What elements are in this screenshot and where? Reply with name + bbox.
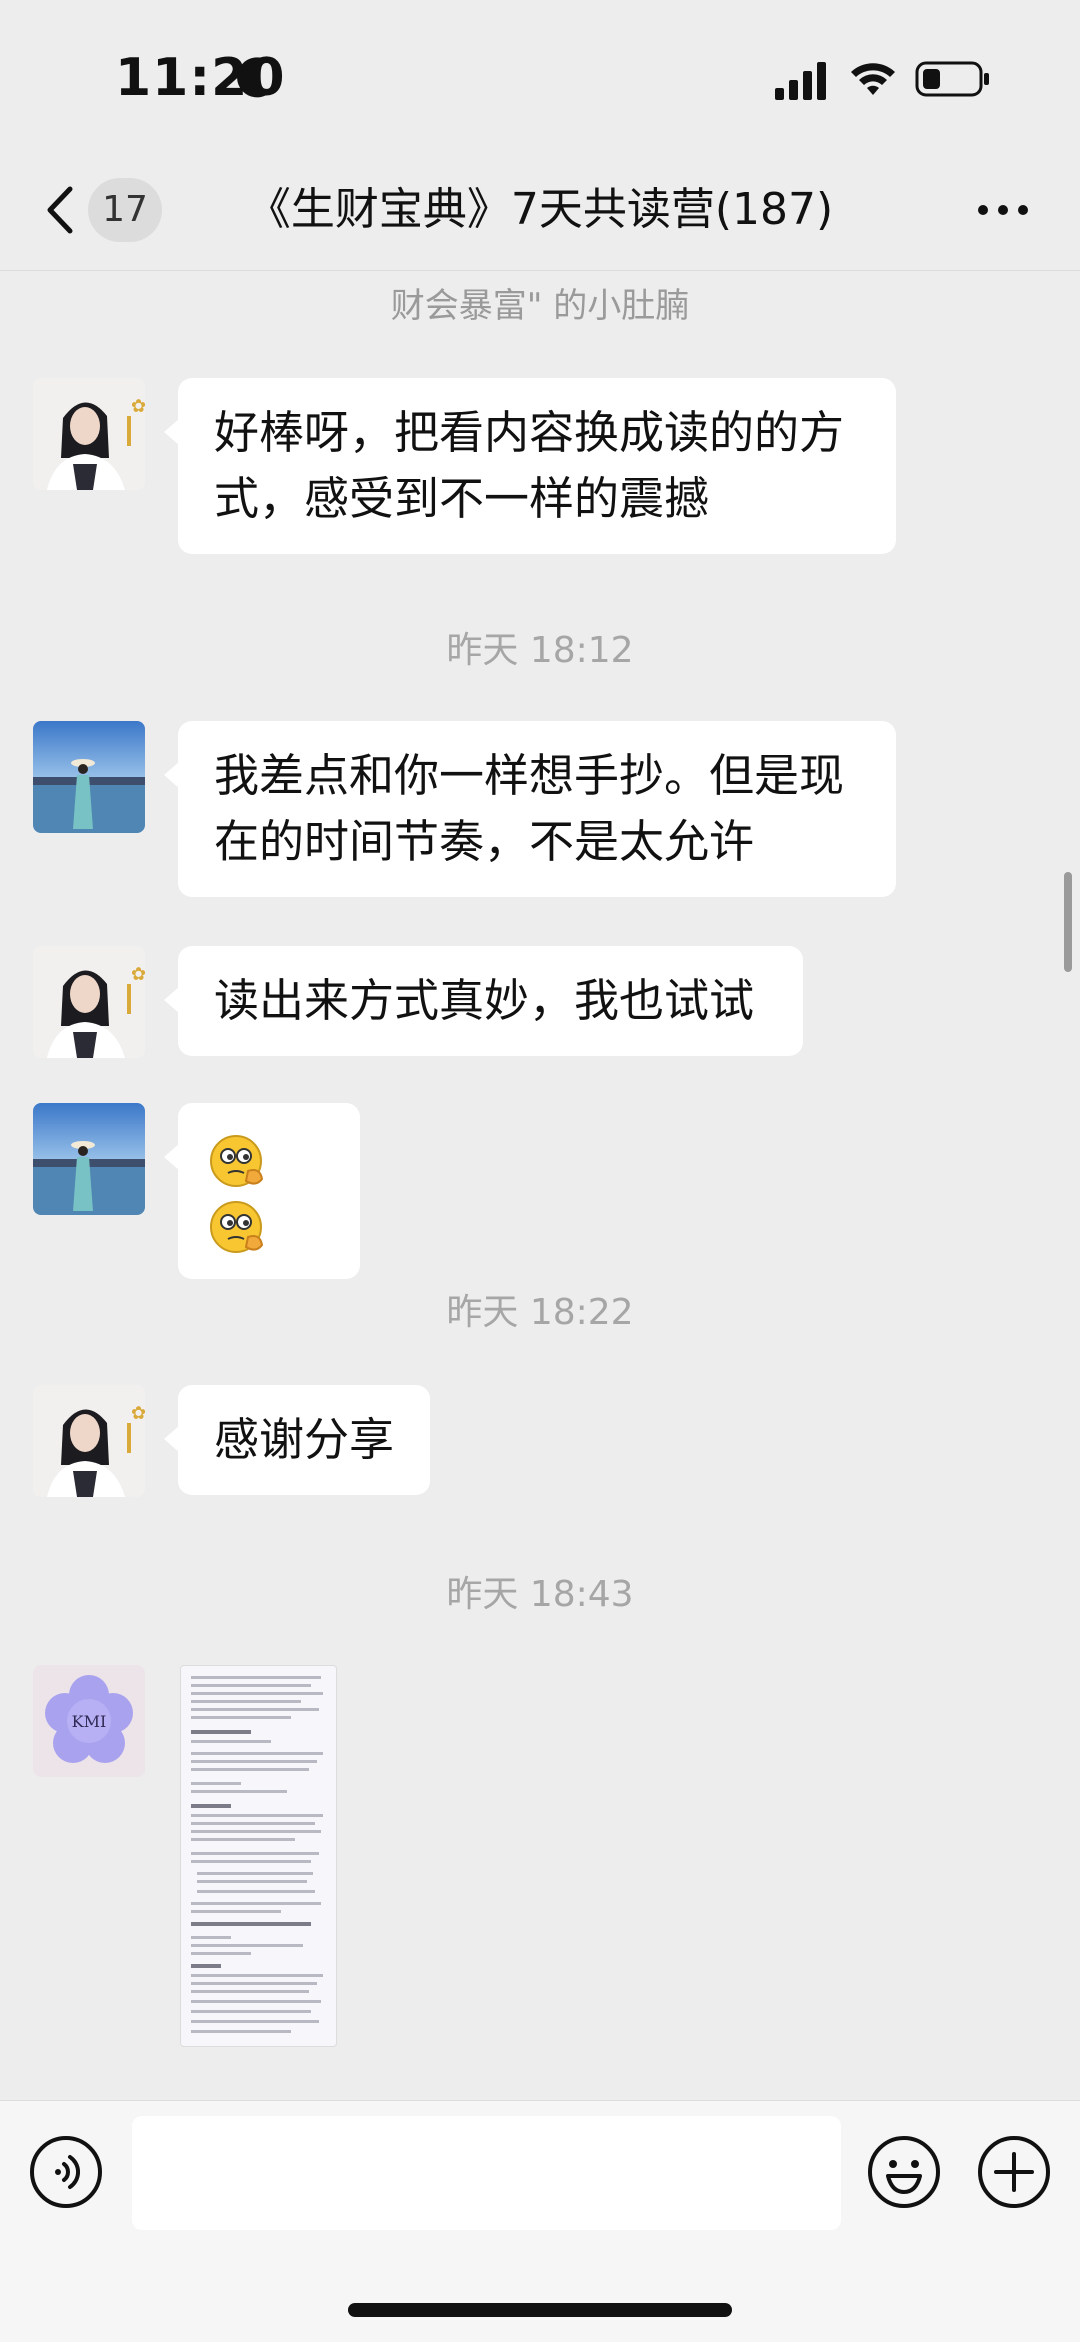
thinking-face-emoji-icon: [210, 1201, 264, 1253]
message-bubble[interactable]: 感谢分享: [164, 1385, 430, 1495]
emoji-picker-icon[interactable]: [866, 2134, 942, 2210]
thinking-face-emoji-icon: [210, 1135, 264, 1187]
lake-photo-avatar-image: [33, 1103, 145, 1215]
kmi-flower-avatar-image: KMI: [33, 1665, 145, 1777]
more-options-icon[interactable]: [975, 202, 1031, 218]
message-text: 感谢分享: [214, 1413, 395, 1466]
status-bar: 11:20: [0, 0, 1080, 150]
wifi-icon: [851, 63, 895, 95]
svg-text:✿: ✿: [131, 1403, 145, 1424]
partial-system-text: 财会暴富" 的小肚腩: [390, 286, 690, 326]
avatar-kmi[interactable]: KMI: [33, 1665, 145, 1777]
scrollbar-thumb[interactable]: [1064, 872, 1072, 972]
timestamp-divider: 昨天 18:22: [446, 1292, 634, 1333]
lake-photo-avatar-image: [33, 721, 145, 833]
avatar-woman[interactable]: ✿: [33, 1385, 145, 1497]
voice-input-icon[interactable]: [28, 2134, 104, 2210]
battery-icon: [915, 61, 989, 97]
moon-icon: [237, 57, 274, 98]
message-text: 好棒呀，把看内容换成读的的方式，感受到不一样的震撼: [214, 406, 845, 525]
chat-message-list[interactable]: 财会暴富" 的小肚腩 ✿ 好棒呀，把看内容换成读的的方式，感受到不一样的震撼 昨…: [0, 270, 1080, 2100]
avatar-logo-text: KMI: [72, 1712, 107, 1731]
timestamp-divider: 昨天 18:43: [446, 1574, 634, 1615]
svg-text:✿: ✿: [131, 396, 145, 417]
message-text: 我差点和你一样想手抄。但是现在的时间节奏，不是太允许: [214, 749, 845, 868]
avatar-woman[interactable]: ✿: [33, 946, 145, 1058]
message-bubble[interactable]: 读出来方式真妙，我也试试: [164, 946, 803, 1056]
woman-portrait-avatar-image: ✿: [33, 378, 145, 490]
document-image-thumbnail[interactable]: [180, 1665, 337, 2047]
message-text: 读出来方式真妙，我也试试: [214, 974, 755, 1027]
cellular-signal-icon: [775, 62, 826, 100]
message-bubble[interactable]: 我差点和你一样想手抄。但是现在的时间节奏，不是太允许: [164, 721, 896, 897]
more-functions-plus-icon[interactable]: [976, 2134, 1052, 2210]
document-page-image: [191, 1676, 323, 2033]
emoji-message-bubble[interactable]: [164, 1103, 360, 1279]
chat-title: 《生财宝典》7天共读营(187): [246, 184, 834, 235]
woman-portrait-avatar-image: ✿: [33, 946, 145, 1058]
message-text-input[interactable]: [132, 2116, 841, 2230]
avatar-lake[interactable]: [33, 721, 145, 833]
unread-count-badge[interactable]: 17: [88, 178, 162, 242]
woman-portrait-avatar-image: ✿: [33, 1385, 145, 1497]
svg-text:✿: ✿: [131, 964, 145, 985]
avatar-lake[interactable]: [33, 1103, 145, 1215]
home-indicator[interactable]: [348, 2303, 732, 2317]
avatar-woman[interactable]: ✿: [33, 378, 145, 490]
message-bubble[interactable]: 好棒呀，把看内容换成读的的方式，感受到不一样的震撼: [164, 378, 896, 554]
chat-header: 17 《生财宝典》7天共读营(187): [0, 150, 1080, 271]
timestamp-divider: 昨天 18:12: [446, 630, 634, 671]
back-chevron-icon[interactable]: [40, 185, 80, 235]
